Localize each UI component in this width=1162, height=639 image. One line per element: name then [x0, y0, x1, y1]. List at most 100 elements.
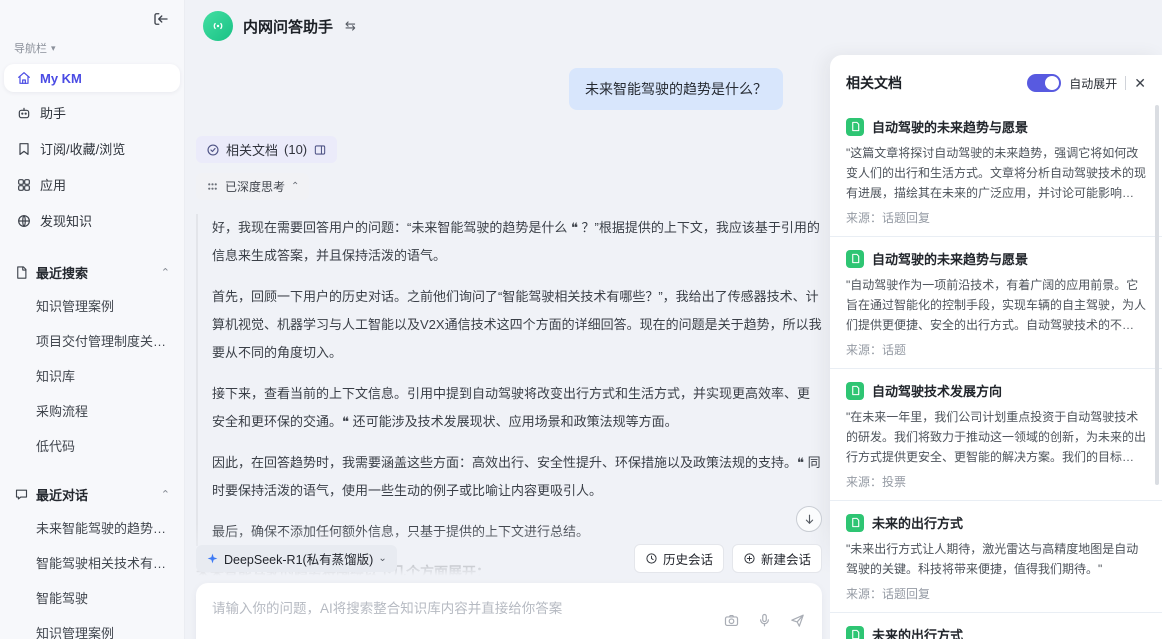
doc-icon [846, 250, 864, 268]
recent-chat-item[interactable]: 未来智能驾驶的趋势是... [0, 510, 184, 545]
recent-search-item[interactable]: 低代码 [0, 428, 184, 463]
doc-source: 来源：话题 [846, 341, 1146, 358]
sidebar-item-subscriptions[interactable]: 订阅/收藏/浏览 [4, 133, 180, 164]
globe-icon [16, 213, 32, 229]
recent-chat-item[interactable]: 智能驾驶 [0, 580, 184, 615]
sidebar-item-my-km[interactable]: My KM [4, 64, 180, 92]
doc-excerpt: "自动驾驶作为一项前沿技术，有着广阔的应用前景。它旨在通过智能化的控制手段，实现… [846, 275, 1146, 335]
thinking-paragraph: 因此，在回答趋势时，我需要涵盖这些方面：高效出行、安全性提升、环保措施以及政策法… [212, 449, 822, 505]
divider [1125, 76, 1126, 90]
scrollbar[interactable] [1155, 105, 1159, 485]
doc-excerpt: "在未来一年里，我们公司计划重点投资于自动驾驶技术的研发。我们将致力于推动这一领… [846, 407, 1146, 467]
doc-icon [846, 118, 864, 136]
check-circle-icon [206, 143, 220, 157]
sidebar-item-label: My KM [40, 71, 82, 86]
home-icon [16, 70, 32, 86]
chevron-up-icon[interactable]: ⌃ [161, 266, 170, 279]
doc-card[interactable]: 自动驾驶技术发展方向 "在未来一年里，我们公司计划重点投资于自动驾驶技术的研发。… [830, 369, 1162, 501]
send-icon[interactable] [789, 612, 806, 629]
thinking-paragraph: 最后，确保不添加任何额外信息，只基于提供的上下文进行总结。 [212, 518, 822, 546]
recent-search-list: 知识管理案例 项目交付管理制度关于... 知识库 采购流程 低代码 [0, 288, 184, 463]
doc-source: 来源：投票 [846, 473, 1146, 490]
recent-search-item[interactable]: 采购流程 [0, 393, 184, 428]
chat-toolbar: DeepSeek-R1(私有蒸馏版) ⌄ 历史会话 新建会话 [196, 544, 822, 573]
recent-search-item[interactable]: 项目交付管理制度关于... [0, 323, 184, 358]
panel-title: 相关文档 [846, 73, 902, 93]
thinking-paragraph: 首先，回顾一下用户的历史对话。之前他们询问了“智能驾驶相关技术有哪些？”，我给出… [212, 283, 822, 367]
grid-icon [16, 177, 32, 193]
doc-excerpt: "未来出行方式让人期待，激光雷达与高精度地图是自动驾驶的关键。科技将带来便捷，值… [846, 539, 1146, 579]
sidebar-item-apps[interactable]: 应用 [4, 169, 180, 200]
sidebar-item-label: 订阅/收藏/浏览 [40, 139, 125, 158]
app-window: 导航栏 ▾ My KM 助手 订阅/收藏/浏览 应用 [0, 0, 1162, 639]
model-selector[interactable]: DeepSeek-R1(私有蒸馏版) ⌄ [196, 545, 397, 572]
doc-list: 自动驾驶的未来趋势与愿景 "这篇文章将探讨自动驾驶的未来趋势，强调它将如何改变人… [830, 105, 1162, 639]
sidebar-item-label: 应用 [40, 175, 66, 194]
chevron-down-icon: ⌄ [378, 553, 386, 564]
user-message-bubble: 未来智能驾驶的趋势是什么？ [569, 68, 783, 110]
new-session-button[interactable]: 新建会话 [732, 544, 822, 573]
auto-expand-label: 自动展开 [1069, 75, 1117, 92]
history-session-button[interactable]: 历史会话 [634, 544, 724, 573]
doc-icon [846, 382, 864, 400]
related-docs-count: (10) [284, 142, 307, 157]
sidebar-item-label: 助手 [40, 103, 66, 122]
doc-excerpt: "这篇文章将探讨自动驾驶的未来趋势，强调它将如何改变人们的出行和生活方式。文章将… [846, 143, 1146, 203]
doc-source: 来源：话题回复 [846, 209, 1146, 226]
plus-circle-icon [743, 552, 756, 565]
recent-search-header[interactable]: 最近搜索 ⌃ [0, 249, 184, 288]
bookmark-icon [16, 141, 32, 157]
doc-title: 自动驾驶的未来趋势与愿景 [872, 249, 1028, 268]
scroll-to-bottom-button[interactable] [796, 506, 822, 532]
chat-main: 内网问答助手 ⇆ 未来智能驾驶的趋势是什么？ 相关文档 (10) [185, 0, 830, 639]
sidebar: 导航栏 ▾ My KM 助手 订阅/收藏/浏览 应用 [0, 0, 185, 639]
nav-bar-label[interactable]: 导航栏 ▾ [14, 40, 184, 56]
collapse-sidebar-icon[interactable] [152, 10, 170, 28]
thinking-paragraph: 好，我现在需要回答用户的问题：“未来智能驾驶的趋势是什么 ❝ ？”根据提供的上下… [212, 214, 822, 270]
model-label: DeepSeek-R1(私有蒸馏版) [224, 549, 373, 568]
doc-icon [846, 514, 864, 532]
doc-card[interactable]: 未来的出行方式 "自动驾驶技术的进展让我们离实现无人驾驶更近一步。文章中强调了激… [830, 613, 1162, 639]
doc-title: 未来的出行方式 [872, 625, 963, 639]
related-docs-panel: 相关文档 自动展开 ✕ 自动驾驶的未来趋势与愿景 "这篇文章将探讨自动驾驶的未来… [830, 55, 1162, 639]
related-docs-chip-label: 相关文档 [226, 140, 278, 159]
doc-card[interactable]: 未来的出行方式 "未来出行方式让人期待，激光雷达与高精度地图是自动驾驶的关键。科… [830, 501, 1162, 613]
side-panel-icon [313, 143, 327, 157]
camera-icon[interactable] [723, 612, 740, 629]
chevron-up-icon[interactable]: ⌃ [161, 488, 170, 501]
related-docs-panel-header: 相关文档 自动展开 ✕ [830, 55, 1162, 105]
recent-search-item[interactable]: 知识管理案例 [0, 288, 184, 323]
deep-think-label: 已深度思考 [225, 178, 285, 195]
doc-title: 未来的出行方式 [872, 513, 963, 532]
chevron-up-icon: ⌃ [291, 181, 299, 192]
clock-icon [645, 552, 658, 565]
deep-think-chip[interactable]: 已深度思考 ⌃ [196, 173, 309, 200]
close-icon[interactable]: ✕ [1134, 76, 1146, 90]
recent-chat-item[interactable]: 智能驾驶相关技术有哪... [0, 545, 184, 580]
new-session-label: 新建会话 [761, 549, 811, 568]
microphone-icon[interactable] [756, 612, 773, 629]
page-title: 内网问答助手 [243, 16, 333, 37]
robot-icon [16, 105, 32, 121]
switch-assistant-icon[interactable]: ⇆ [345, 18, 356, 34]
doc-card[interactable]: 自动驾驶的未来趋势与愿景 "自动驾驶作为一项前沿技术，有着广阔的应用前景。它旨在… [830, 237, 1162, 369]
recent-search-title: 最近搜索 [36, 263, 88, 282]
related-docs-chip[interactable]: 相关文档 (10) [196, 136, 337, 163]
document-search-icon [14, 265, 29, 280]
recent-chat-item[interactable]: 知识管理案例 [0, 615, 184, 639]
auto-expand-toggle[interactable] [1027, 74, 1061, 92]
doc-source: 来源：话题回复 [846, 585, 1146, 602]
chat-bubble-icon [14, 487, 29, 502]
message-composer[interactable]: 请输入你的问题，AI将搜索整合知识库内容并直接给你答案 [196, 583, 822, 639]
sidebar-item-discover[interactable]: 发现知识 [4, 205, 180, 236]
recent-search-item[interactable]: 知识库 [0, 358, 184, 393]
chevron-down-icon: ▾ [51, 43, 56, 54]
chat-header: 内网问答助手 ⇆ [185, 0, 830, 41]
doc-card[interactable]: 自动驾驶的未来趋势与愿景 "这篇文章将探讨自动驾驶的未来趋势，强调它将如何改变人… [830, 105, 1162, 237]
sidebar-item-label: 发现知识 [40, 211, 92, 230]
history-session-label: 历史会话 [663, 549, 713, 568]
thinking-paragraph: 接下来，查看当前的上下文信息。引用中提到自动驾驶将改变出行方式和生活方式，并实现… [212, 380, 822, 436]
sidebar-item-assistant[interactable]: 助手 [4, 97, 180, 128]
recent-chats-header[interactable]: 最近对话 ⌃ [0, 471, 184, 510]
doc-icon [846, 626, 864, 639]
